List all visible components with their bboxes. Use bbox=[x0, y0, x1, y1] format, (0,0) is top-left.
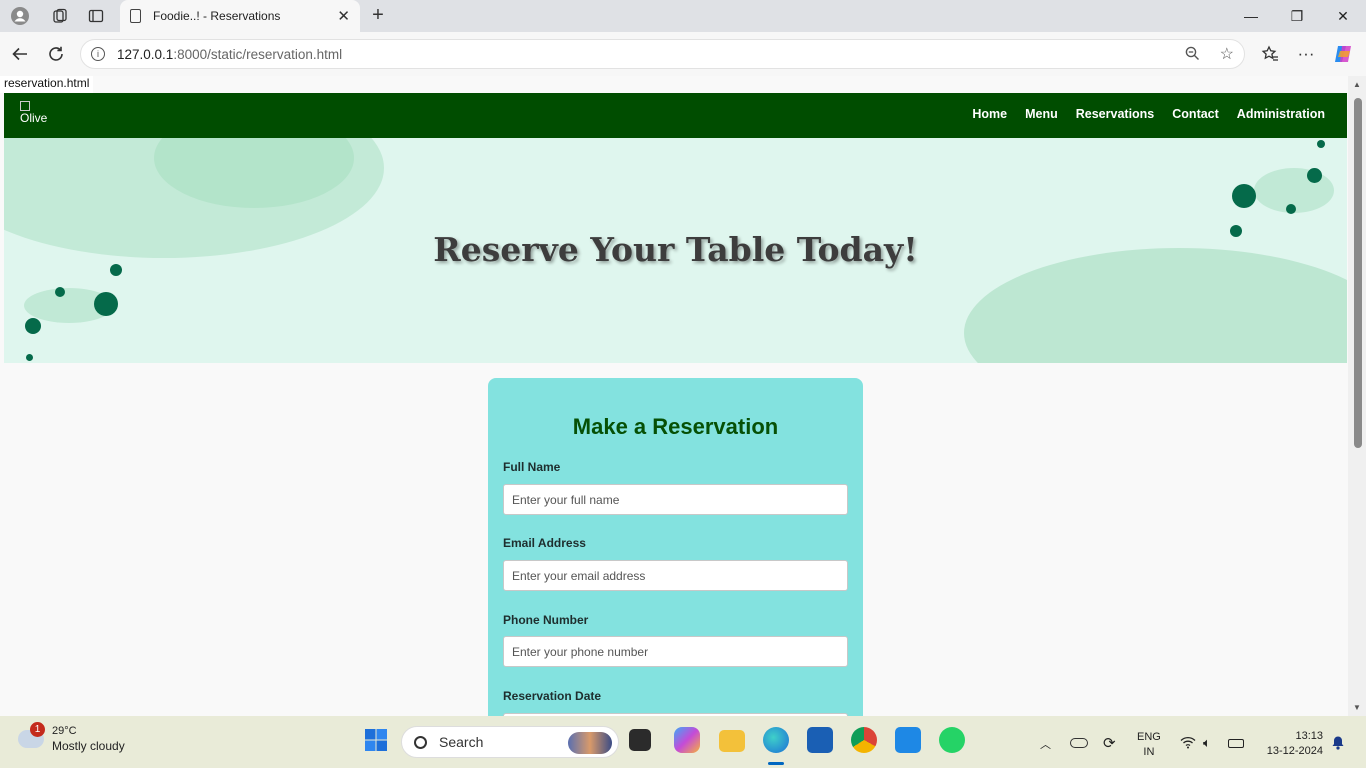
taskbar: 1 29°C Mostly cloudy Search ︿ ⟳ ENG IN 🔈… bbox=[0, 716, 1366, 768]
temperature-text: 29°C bbox=[52, 725, 77, 737]
active-tab[interactable]: Foodie..! - Reservations ✕ bbox=[120, 0, 360, 32]
scroll-thumb[interactable] bbox=[1354, 98, 1362, 448]
full-name-input[interactable] bbox=[503, 484, 848, 515]
workspaces-icon[interactable] bbox=[46, 4, 74, 28]
whatsapp-icon[interactable] bbox=[939, 727, 965, 753]
nav-administration-link[interactable]: Administration bbox=[1237, 107, 1325, 121]
form-title: Make a Reservation bbox=[572, 414, 779, 439]
status-text: reservation.html bbox=[0, 76, 94, 93]
scroll-up-icon[interactable]: ▲ bbox=[1353, 80, 1361, 89]
scroll-down-icon[interactable]: ▼ bbox=[1353, 703, 1361, 712]
nav-menu-link[interactable]: Menu bbox=[1025, 107, 1058, 121]
email-input[interactable] bbox=[503, 560, 848, 591]
page-icon bbox=[130, 9, 141, 23]
favorite-star-icon[interactable]: ☆ bbox=[1220, 44, 1234, 64]
file-explorer-icon[interactable] bbox=[719, 730, 745, 752]
url-text: 127.0.0.1:8000/static/reservation.html bbox=[117, 46, 343, 62]
vscode-icon[interactable] bbox=[895, 727, 921, 753]
chrome-icon[interactable] bbox=[851, 727, 877, 753]
hero-banner: Reserve Your Table Today! bbox=[4, 138, 1347, 363]
ink-splatter bbox=[1307, 168, 1322, 183]
ink-splatter bbox=[25, 318, 41, 334]
sync-icon[interactable]: ⟳ bbox=[1103, 734, 1116, 752]
new-tab-button[interactable]: + bbox=[366, 4, 390, 28]
show-hidden-icons-chevron-icon[interactable]: ︿ bbox=[1040, 736, 1051, 752]
microsoft-store-icon[interactable] bbox=[807, 727, 833, 753]
close-window-icon[interactable]: ✕ bbox=[1320, 4, 1366, 28]
weather-widget[interactable]: 1 29°C Mostly cloudy bbox=[18, 722, 125, 754]
time-text: 13:13 bbox=[1295, 730, 1323, 742]
onedrive-icon[interactable] bbox=[1070, 738, 1088, 748]
nav-reservations-link[interactable]: Reservations bbox=[1076, 107, 1155, 121]
page-viewport: reservation.html Olive Home Menu Reserva… bbox=[0, 76, 1366, 716]
logo-alt-text: Olive bbox=[20, 111, 48, 125]
restore-icon[interactable]: ❐ bbox=[1274, 4, 1320, 28]
ink-splatter bbox=[55, 287, 65, 297]
wifi-icon[interactable] bbox=[1180, 736, 1196, 752]
date-text: 13-12-2024 bbox=[1266, 745, 1323, 757]
language-indicator[interactable]: ENG IN bbox=[1137, 730, 1161, 760]
copilot-icon[interactable] bbox=[1331, 42, 1355, 66]
weather-badge: 1 bbox=[30, 722, 45, 737]
site-logo[interactable]: Olive bbox=[20, 101, 47, 125]
minimize-icon[interactable]: — bbox=[1228, 4, 1274, 28]
address-bar[interactable]: i 127.0.0.1:8000/static/reservation.html… bbox=[80, 39, 1245, 69]
ink-splatter bbox=[1232, 184, 1256, 208]
tab-actions-icon[interactable] bbox=[82, 4, 110, 28]
close-tab-icon[interactable]: ✕ bbox=[337, 7, 350, 25]
ink-splatter bbox=[1317, 140, 1325, 148]
phone-input[interactable] bbox=[503, 636, 848, 667]
cloudy-weather-icon: 1 bbox=[18, 722, 45, 748]
address-toolbar: i 127.0.0.1:8000/static/reservation.html… bbox=[0, 32, 1366, 76]
site-info-icon[interactable]: i bbox=[91, 47, 105, 61]
start-icon[interactable] bbox=[363, 727, 389, 753]
reservation-date-label: Reservation Date bbox=[503, 689, 602, 703]
active-app-indicator bbox=[768, 762, 784, 765]
page-scrollbar[interactable]: ▲ ▼ bbox=[1348, 76, 1366, 716]
phone-label: Phone Number bbox=[503, 613, 589, 627]
notification-bell-icon[interactable] bbox=[1331, 735, 1345, 753]
battery-icon[interactable] bbox=[1228, 739, 1244, 748]
nav-home-link[interactable]: Home bbox=[972, 107, 1007, 121]
zoom-icon[interactable] bbox=[1185, 46, 1200, 64]
clock[interactable]: 13:13 13-12-2024 bbox=[1261, 729, 1323, 759]
search-highlight-image bbox=[568, 732, 612, 754]
browser-tab-strip: Foodie..! - Reservations ✕ + — ❐ ✕ bbox=[0, 0, 1366, 32]
copilot-app-icon[interactable] bbox=[674, 727, 700, 753]
nav-menu: Home Menu Reservations Contact Administr… bbox=[972, 107, 1325, 121]
profile-icon[interactable] bbox=[6, 4, 34, 28]
broken-image-icon bbox=[20, 101, 30, 111]
search-icon bbox=[414, 735, 427, 749]
volume-icon[interactable]: 🔈︎ bbox=[1203, 735, 1211, 751]
refresh-icon[interactable] bbox=[44, 42, 68, 66]
favorites-icon[interactable] bbox=[1258, 42, 1282, 66]
back-icon[interactable] bbox=[8, 42, 32, 66]
taskbar-search[interactable]: Search bbox=[401, 726, 619, 758]
reservation-form: Make a Reservation Full Name Email Addre… bbox=[488, 378, 863, 716]
task-view-icon[interactable] bbox=[629, 729, 651, 751]
email-label: Email Address bbox=[503, 536, 586, 550]
weather-condition-text: Mostly cloudy bbox=[52, 739, 125, 753]
full-name-label: Full Name bbox=[503, 460, 561, 474]
site-navbar: Olive Home Menu Reservations Contact Adm… bbox=[4, 93, 1347, 138]
ink-splatter bbox=[26, 354, 33, 361]
more-menu-icon[interactable]: ··· bbox=[1294, 42, 1318, 66]
edge-browser-icon[interactable] bbox=[763, 727, 789, 753]
search-label: Search bbox=[439, 734, 484, 750]
tab-title: Foodie..! - Reservations bbox=[153, 9, 281, 23]
nav-contact-link[interactable]: Contact bbox=[1172, 107, 1219, 121]
ink-splatter bbox=[1286, 204, 1296, 214]
ink-splatter bbox=[94, 292, 118, 316]
hero-title: Reserve Your Table Today! bbox=[433, 230, 918, 269]
